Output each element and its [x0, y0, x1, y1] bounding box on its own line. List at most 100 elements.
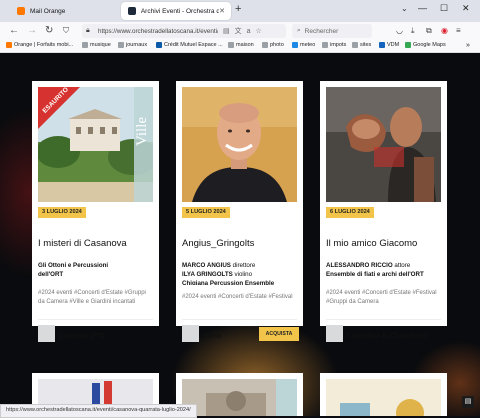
addon-icon[interactable]: ◉ — [441, 26, 448, 35]
minimize-button[interactable]: — — [418, 3, 427, 13]
event-date-badge: 3 LUGLIO 2024 — [38, 207, 86, 218]
bookmark-item[interactable]: Google Maps — [405, 42, 446, 48]
google-maps-icon — [405, 42, 411, 48]
weather-icon — [292, 42, 298, 48]
performer-name: ALESSANDRO RICCIO — [326, 262, 393, 269]
close-tab-icon[interactable]: ✕ — [219, 7, 225, 15]
event-card[interactable] — [320, 373, 447, 416]
folder-icon — [228, 42, 234, 48]
tab-mail-orange[interactable]: Mail Orange — [10, 2, 115, 20]
divider — [182, 319, 297, 320]
address-bar[interactable]: 🔒︎ https://www.orchestradellatoscana.it/… — [82, 24, 286, 38]
event-tags[interactable]: #2024 eventi #Concerti d'Estate #Festiva… — [182, 293, 298, 302]
event-card[interactable]: 5 LUGLIO 2024 Angius_Gringolts MARCO ANG… — [176, 81, 303, 342]
location-thumbnail-icon — [182, 325, 199, 342]
amazon-icon[interactable]: a — [247, 28, 251, 35]
downloads-icon[interactable]: ⤓ — [411, 26, 415, 36]
bookmark-label: meteo — [300, 42, 316, 48]
event-card[interactable]: 6 LUGLIO 2024 Il mio amico Giacomo ALESS… — [320, 81, 447, 342]
orchestra-favicon-icon — [128, 7, 136, 15]
bookmark-item[interactable]: sites — [352, 42, 371, 48]
event-image-portrait[interactable] — [182, 87, 297, 202]
buy-ticket-button[interactable]: ACQUISTA — [259, 327, 299, 341]
event-image-illustration — [326, 379, 441, 416]
folder-icon — [322, 42, 328, 48]
event-location: Quarrata (PT) — [58, 331, 104, 340]
bookmark-item[interactable]: photo — [262, 42, 284, 48]
pocket-icon[interactable]: ◡ — [396, 26, 403, 35]
performer-name: MARCO ANGIUS — [182, 262, 231, 269]
bookmarks-overflow-button[interactable]: » — [466, 42, 470, 49]
bookmark-label: Google Maps — [413, 42, 446, 48]
event-date-badge: 6 LUGLIO 2024 — [326, 207, 374, 218]
tab-label: Archivi Eventi - Orchestra della T — [140, 7, 220, 15]
bookmark-item[interactable]: meteo — [292, 42, 315, 48]
maximize-button[interactable]: ☐ — [440, 3, 448, 14]
bookmark-label: impots — [330, 42, 347, 48]
bookmark-label: journaux — [126, 42, 148, 48]
url-text: https://www.orchestradellatoscana.it/eve… — [98, 27, 218, 35]
event-location: Castellina in Chianti (SI) — [346, 331, 429, 340]
event-title[interactable]: Il mio amico Giacomo — [326, 238, 417, 249]
extensions-icon[interactable]: ⧉ — [426, 26, 432, 36]
bookmark-item[interactable]: musique — [82, 42, 111, 48]
event-tags[interactable]: #2024 eventi #Concerti d'Estate #Gruppi … — [38, 289, 154, 307]
image-caption: Ville — [134, 116, 151, 147]
orange-icon — [6, 42, 12, 48]
search-icon: ⌕ — [297, 27, 301, 34]
event-performers: MARCO ANGIUS direttore ILYA GRINGOLTS vi… — [182, 261, 298, 285]
bookmark-label: Crédit Mutuel Espace ... — [164, 42, 223, 48]
event-tags[interactable]: #2024 eventi #Concerti d'Estate #Festiva… — [326, 289, 442, 307]
event-card[interactable]: ESAURITO Ville 3 LUGLIO 2024 I misteri d… — [32, 81, 159, 342]
folder-icon — [118, 42, 124, 48]
bookmark-label: VDM — [387, 42, 400, 48]
forward-button[interactable]: → — [27, 24, 37, 38]
bookmark-item[interactable]: Orange | Forfaits mobi... — [6, 42, 73, 48]
search-bar[interactable]: ⌕ Rechercher — [292, 24, 372, 38]
event-image-villa[interactable]: ESAURITO Ville — [38, 87, 153, 202]
menu-icon[interactable]: ≡ — [456, 26, 461, 35]
performer-role: direttore — [230, 262, 256, 269]
bookmarks-toolbar: Orange | Forfaits mobi... musique journa… — [0, 40, 480, 53]
bookmark-item[interactable]: maison — [228, 42, 254, 48]
event-date-badge: 5 LUGLIO 2024 — [182, 207, 230, 218]
back-button[interactable]: ← — [9, 24, 19, 38]
credit-mutuel-icon — [156, 42, 162, 48]
bookmark-item[interactable]: journaux — [118, 42, 147, 48]
divider — [326, 319, 441, 320]
performer-role: attore — [392, 262, 411, 269]
performer-role: violino — [232, 271, 253, 278]
bookmark-label: maison — [236, 42, 254, 48]
performer-line: Ensemble di fiati e archi dell'ORT — [326, 271, 424, 278]
folder-icon — [352, 42, 358, 48]
performer-name: ILYA GRINGOLTS — [182, 271, 233, 278]
event-performers: ALESSANDRO RICCIO attore Ensemble di fia… — [326, 261, 442, 279]
bookmark-item[interactable]: impots — [322, 42, 346, 48]
reader-view-icon[interactable]: ▤ — [223, 27, 230, 35]
translate-icon[interactable]: 文 — [235, 26, 242, 36]
event-title[interactable]: I misteri di Casanova — [38, 238, 127, 249]
document-icon[interactable]: ▤ — [462, 396, 474, 408]
event-title[interactable]: Angius_Gringolts — [182, 238, 254, 249]
close-window-button[interactable]: ✕ — [462, 3, 470, 14]
new-tab-button[interactable]: + — [235, 3, 241, 15]
lock-icon: 🔒︎ — [86, 27, 90, 34]
tab-archivi-eventi[interactable]: Archivi Eventi - Orchestra della T ✕ — [121, 2, 231, 20]
tab-list-button[interactable]: ⌄ — [401, 4, 408, 13]
bookmark-item[interactable]: Crédit Mutuel Espace ... — [156, 42, 223, 48]
location-thumbnail-icon — [326, 325, 343, 342]
performer-line: Gli Ottoni e Percussioni — [38, 262, 109, 269]
bookmark-item[interactable]: VDM — [379, 42, 399, 48]
bookmark-star-icon[interactable]: ☆ — [256, 27, 262, 35]
tab-bar: Mail Orange Archivi Eventi - Orchestra d… — [0, 0, 480, 22]
event-image-actor[interactable] — [326, 87, 441, 202]
event-performers: Gli Ottoni e Percussioni dell'ORT — [38, 261, 154, 276]
orange-favicon-icon — [17, 7, 25, 15]
event-location: Siena — [202, 331, 222, 340]
folder-icon — [262, 42, 268, 48]
location-thumbnail-icon — [38, 325, 55, 342]
events-page: ESAURITO Ville 3 LUGLIO 2024 I misteri d… — [0, 53, 480, 416]
performer-line: Chigiana Percussion Ensemble — [182, 280, 275, 285]
reload-button[interactable]: ↻ — [45, 24, 53, 38]
shield-icon[interactable]: ⛉ — [63, 24, 69, 38]
